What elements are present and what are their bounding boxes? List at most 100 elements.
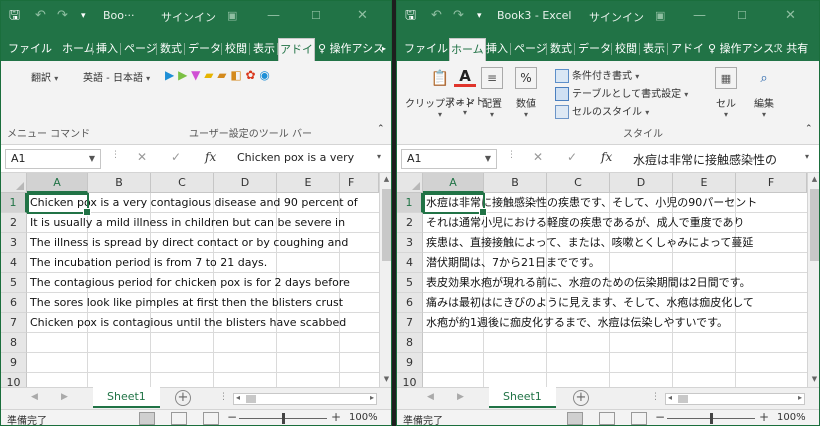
column-header-c[interactable]: C xyxy=(151,173,214,193)
settings-icon[interactable]: ✿ xyxy=(245,68,255,82)
conditional-format-button[interactable]: 条件付き書式 ▾ xyxy=(555,67,639,83)
tab-formulas[interactable]: 数式 xyxy=(159,38,183,61)
row-header-3[interactable]: 3 xyxy=(1,233,27,253)
column-header-b[interactable]: B xyxy=(88,173,151,193)
alignment-button[interactable]: ≡ 配置 ▾ xyxy=(481,67,503,119)
play-next-icon[interactable]: ▶ xyxy=(178,68,187,82)
page-layout-view-icon[interactable] xyxy=(171,412,187,425)
speech-icon[interactable]: ▼ xyxy=(191,68,200,82)
sheet-next-icon[interactable]: ▶ xyxy=(457,392,464,402)
zoom-slider-knob[interactable] xyxy=(710,413,713,424)
row-header-6[interactable]: 6 xyxy=(397,293,423,313)
save-icon[interactable]: 🖫 xyxy=(405,7,416,25)
scroll-thumb[interactable] xyxy=(382,189,391,261)
column-header-f[interactable]: F xyxy=(340,173,379,193)
edit-icon[interactable]: ◧ xyxy=(230,68,241,82)
cells-button[interactable]: ▦ セル ▾ xyxy=(715,67,737,119)
scroll-left-icon[interactable]: ◂ xyxy=(236,393,240,402)
cell-a7[interactable]: 水疱が約1週後に痂皮化するまで、水痘は伝染しやすいです。 xyxy=(426,313,728,333)
zoom-in-icon[interactable]: + xyxy=(759,410,769,424)
row-header-4[interactable]: 4 xyxy=(397,253,423,273)
cell-a6[interactable]: 痛みは最初はにきびのように見えます、そして、水疱は痂皮化して xyxy=(426,293,754,313)
row-header-6[interactable]: 6 xyxy=(1,293,27,313)
tab-home[interactable]: ホーム xyxy=(449,38,486,61)
cell-a2[interactable]: それは通常小児における軽度の疾患であるが、成人で重度であり xyxy=(426,213,745,233)
tab-page-layout[interactable]: ページ xyxy=(123,38,158,61)
sign-in-link[interactable]: サインイン xyxy=(589,9,644,25)
close-icon[interactable]: ✕ xyxy=(357,7,368,25)
cell-a4[interactable]: The incubation period is from 7 to 21 da… xyxy=(30,253,267,273)
worksheet-grid[interactable]: A B C D E F 1 2 3 4 5 6 7 8 9 10 Chicken… xyxy=(1,173,379,387)
expand-formula-icon[interactable]: ▾ xyxy=(377,152,381,161)
row-header-1[interactable]: 1 xyxy=(1,193,27,213)
cell-a3[interactable]: 疾患は、直接接触によって、または、咳嗽とくしゃみによって蔓延 xyxy=(426,233,753,253)
minimize-icon[interactable]: — xyxy=(267,7,280,25)
tab-view[interactable]: 表示 xyxy=(642,38,666,61)
column-header-a[interactable]: A xyxy=(423,173,484,193)
editing-button[interactable]: ⌕ 編集 ▾ xyxy=(753,67,775,120)
row-header-7[interactable]: 7 xyxy=(397,313,423,333)
tell-me-box[interactable]: ♀ 操作アシス xyxy=(317,38,385,61)
cell-a5[interactable]: The contagious period for chicken pox is… xyxy=(30,273,350,293)
page-break-view-icon[interactable] xyxy=(203,412,219,425)
row-header-1[interactable]: 1 xyxy=(397,193,423,213)
cancel-icon[interactable]: ✕ xyxy=(137,150,147,164)
sheet-prev-icon[interactable]: ◀ xyxy=(427,392,434,402)
add-sheet-icon[interactable]: + xyxy=(175,390,191,406)
row-header-4[interactable]: 4 xyxy=(1,253,27,273)
row-header-9[interactable]: 9 xyxy=(397,353,423,373)
zoom-level[interactable]: 100% xyxy=(349,412,378,423)
ribbon-display-icon[interactable]: ▣ xyxy=(655,7,665,25)
scroll-up-icon[interactable]: ▲ xyxy=(380,173,391,186)
play-icon[interactable]: ▶ xyxy=(165,68,174,82)
row-header-8[interactable]: 8 xyxy=(397,333,423,353)
customize-qat-icon[interactable]: ▾ xyxy=(477,7,482,25)
tab-page-layout[interactable]: ページ xyxy=(513,38,548,61)
vertical-scrollbar[interactable]: ▲ ▼ xyxy=(379,173,391,387)
number-format-button[interactable]: % 数値 ▾ xyxy=(515,67,537,119)
tab-data[interactable]: データ xyxy=(187,38,222,61)
add-sheet-icon[interactable]: + xyxy=(573,390,589,406)
row-header-5[interactable]: 5 xyxy=(1,273,27,293)
minimize-icon[interactable]: — xyxy=(693,7,706,25)
scroll-left-icon[interactable]: ◂ xyxy=(668,393,672,402)
row-header-5[interactable]: 5 xyxy=(397,273,423,293)
sheet-prev-icon[interactable]: ◀ xyxy=(31,392,38,402)
tab-add-ins[interactable]: アドイ xyxy=(670,38,705,61)
maximize-icon[interactable]: ☐ xyxy=(311,7,321,25)
redo-icon[interactable]: ↷ xyxy=(57,7,68,25)
cell-a7[interactable]: Chicken pox is contagious until the blis… xyxy=(30,313,346,333)
zoom-out-icon[interactable]: − xyxy=(227,410,237,424)
cell-a4[interactable]: 潜伏期間は、7から21日までです。 xyxy=(426,253,600,273)
tab-view[interactable]: 表示 xyxy=(252,38,276,61)
scroll-thumb[interactable] xyxy=(810,189,819,261)
normal-view-icon[interactable] xyxy=(139,412,155,425)
close-icon[interactable]: ✕ xyxy=(785,7,796,25)
sheet-tab-sheet1[interactable]: Sheet1 xyxy=(489,387,556,408)
enter-icon[interactable]: ✓ xyxy=(171,150,181,164)
row-header-10[interactable]: 10 xyxy=(397,373,423,387)
maximize-icon[interactable]: ☐ xyxy=(737,7,747,25)
scroll-up-icon[interactable]: ▲ xyxy=(808,173,819,186)
tab-formulas[interactable]: 数式 xyxy=(549,38,573,61)
scroll-right-icon[interactable]: ▸ xyxy=(798,393,802,402)
language-pair-dropdown[interactable]: 英語 - 日本語 ▾ xyxy=(83,69,150,84)
column-header-e[interactable]: E xyxy=(673,173,736,193)
worksheet-grid[interactable]: A B C D E F 1 2 3 4 5 6 7 8 9 10 水痘は非常に接… xyxy=(397,173,807,387)
collapse-ribbon-icon[interactable]: ⌃ xyxy=(377,124,385,134)
page-break-view-icon[interactable] xyxy=(631,412,647,425)
column-header-b[interactable]: B xyxy=(484,173,547,193)
sign-in-link[interactable]: サインイン xyxy=(161,9,216,25)
cell-styles-button[interactable]: セルのスタイル ▾ xyxy=(555,103,649,119)
select-all-button[interactable] xyxy=(397,173,423,193)
row-header-2[interactable]: 2 xyxy=(1,213,27,233)
save-icon[interactable]: 🖫 xyxy=(9,7,20,25)
tab-review[interactable]: 校閲 xyxy=(614,38,638,61)
cancel-icon[interactable]: ✕ xyxy=(533,150,543,164)
undo-icon[interactable]: ↶ xyxy=(35,7,46,25)
translate-button[interactable]: 翻訳 ▾ xyxy=(31,69,58,84)
tab-file[interactable]: ファイル xyxy=(403,38,449,61)
formula-input[interactable]: 水痘は非常に接触感染性の xyxy=(633,151,797,168)
customize-qat-icon[interactable]: ▾ xyxy=(81,7,86,25)
tab-scroll-right-icon[interactable]: ▸ xyxy=(381,38,387,61)
